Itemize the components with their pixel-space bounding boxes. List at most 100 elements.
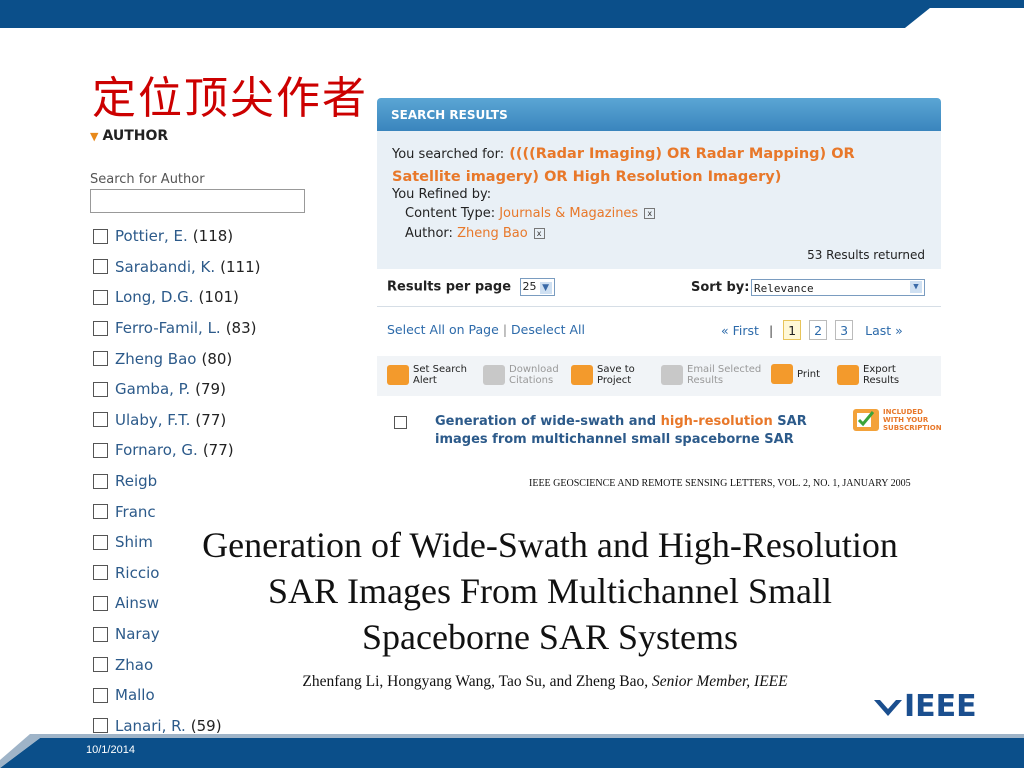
badge-line: INCLUDED xyxy=(883,408,923,416)
alert-icon xyxy=(387,365,409,385)
paper-title-line: Spaceborne SAR Systems xyxy=(362,617,738,657)
author-checkbox[interactable] xyxy=(93,351,108,367)
author-checkbox[interactable] xyxy=(93,565,108,581)
author-name[interactable]: Ferro-Famil, L. xyxy=(115,319,221,337)
subscription-badge: INCLUDED WITH YOUR SUBSCRIPTION xyxy=(853,408,941,432)
author-name[interactable]: Riccio xyxy=(115,564,159,582)
chevron-down-icon: ▼ xyxy=(539,282,552,294)
author-checkbox[interactable] xyxy=(93,687,108,703)
author-name[interactable]: Fornaro, G. xyxy=(115,441,198,459)
author-name[interactable]: Reigb xyxy=(115,472,157,490)
author-facet-item[interactable]: Zheng Bao (80) xyxy=(93,343,260,374)
refinement-content-type: Content Type: Journals & Magazines x xyxy=(405,206,656,221)
search-results-panel: SEARCH RESULTS You searched for: ((((Rad… xyxy=(377,98,941,460)
set-search-alert-button[interactable]: Set Search Alert xyxy=(387,364,467,386)
ieee-logo: IEEE xyxy=(874,689,977,720)
author-checkbox[interactable] xyxy=(93,320,108,336)
author-name[interactable]: Gamba, P. xyxy=(115,380,190,398)
journal-header: IEEE GEOSCIENCE AND REMOTE SENSING LETTE… xyxy=(529,478,911,489)
author-name[interactable]: Long, D.G. xyxy=(115,288,194,306)
sort-select[interactable]: Relevance ▼ xyxy=(751,279,925,296)
paper-title-line: SAR Images From Multichannel Small xyxy=(268,571,832,611)
email-icon xyxy=(661,365,683,385)
author-facet-heading[interactable]: ▼ AUTHOR xyxy=(90,128,168,144)
bottom-banner xyxy=(0,734,1024,768)
search-author-label: Search for Author xyxy=(90,172,205,187)
remove-filter-icon[interactable]: x xyxy=(644,208,656,219)
email-selected-button[interactable]: Email Selected Results xyxy=(661,364,761,386)
first-page-link[interactable]: « First xyxy=(721,323,759,338)
author-checkbox[interactable] xyxy=(93,442,108,458)
author-facet-item[interactable]: Ferro-Famil, L. (83) xyxy=(93,313,260,344)
author-facet-item[interactable]: Fornaro, G. (77) xyxy=(93,435,260,466)
download-icon xyxy=(483,365,505,385)
author-count: (80) xyxy=(201,349,233,368)
page-link[interactable]: 1 xyxy=(783,320,802,340)
deselect-all-link[interactable]: Deselect All xyxy=(511,322,585,337)
author-checkbox[interactable] xyxy=(93,595,108,611)
select-all-link[interactable]: Select All on Page xyxy=(387,322,499,337)
save-to-project-button[interactable]: Save to Project xyxy=(571,364,635,386)
author-checkbox[interactable] xyxy=(93,381,108,397)
author-checkbox[interactable] xyxy=(93,412,108,428)
author-name[interactable]: Shim xyxy=(115,533,153,551)
author-name[interactable]: Sarabandi, K. xyxy=(115,258,215,276)
remove-filter-icon[interactable]: x xyxy=(533,228,545,239)
author-count: (77) xyxy=(202,441,234,460)
sort-by: Sort by: Relevance ▼ xyxy=(691,279,925,296)
author-name[interactable]: Ulaby, F.T. xyxy=(115,411,190,429)
author-name[interactable]: Zheng Bao xyxy=(115,350,196,368)
searched-for-label: You searched for: xyxy=(392,147,505,162)
search-query: You searched for: ((((Radar Imaging) OR … xyxy=(392,143,912,188)
page-link[interactable]: 3 xyxy=(835,320,854,340)
author-name[interactable]: Naray xyxy=(115,625,160,643)
refinement-author: Author: Zheng Bao x xyxy=(405,226,545,241)
author-checkbox[interactable] xyxy=(93,534,108,550)
author-checkbox[interactable] xyxy=(93,657,108,673)
svg-text:IEEE: IEEE xyxy=(904,689,977,720)
author-facet-item[interactable]: Reigb xyxy=(93,466,260,497)
download-citations-button[interactable]: Download Citations xyxy=(483,364,559,386)
author-facet-item[interactable]: Pottier, E. (118) xyxy=(93,221,260,252)
author-list: Pottier, E. (118) Sarabandi, K. (111) Long, … xyxy=(93,221,260,741)
chevron-down-icon: ▼ xyxy=(910,281,922,293)
author-checkbox[interactable] xyxy=(93,473,108,489)
author-facet-item[interactable]: Gamba, P. (79) xyxy=(93,374,260,405)
per-page-select[interactable]: 25 ▼ xyxy=(519,278,555,296)
author-checkbox[interactable] xyxy=(93,259,108,275)
results-count: 53 Results returned xyxy=(807,248,925,262)
divider xyxy=(377,306,941,307)
author-facet-item[interactable]: Ulaby, F.T. (77) xyxy=(93,405,260,436)
badge-line: WITH YOUR xyxy=(883,416,929,424)
page-link[interactable]: 2 xyxy=(809,320,828,340)
author-checkbox[interactable] xyxy=(93,626,108,642)
author-name[interactable]: Zhao xyxy=(115,656,153,674)
top-banner xyxy=(0,0,1024,28)
author-name[interactable]: Mallo xyxy=(115,686,155,704)
selection-links: Select All on Page | Deselect All xyxy=(387,322,585,337)
author-name[interactable]: Franc xyxy=(115,503,156,521)
last-page-link[interactable]: Last » xyxy=(865,323,903,338)
print-icon xyxy=(771,364,793,384)
export-results-button[interactable]: Export Results xyxy=(837,364,899,386)
author-checkbox[interactable] xyxy=(93,228,108,244)
result-checkbox[interactable] xyxy=(394,416,407,429)
author-facet-item[interactable]: Long, D.G. (101) xyxy=(93,282,260,313)
search-author-input[interactable] xyxy=(90,189,305,213)
author-name[interactable]: Ainsw xyxy=(115,594,159,612)
author-facet-item[interactable]: Sarabandi, K. (111) xyxy=(93,252,260,283)
author-count: (77) xyxy=(195,410,227,429)
badge-line: SUBSCRIPTION xyxy=(883,424,941,432)
result-title-link[interactable]: Generation of wide-swath and high-resolu… xyxy=(435,413,835,449)
author-checkbox[interactable] xyxy=(93,289,108,305)
slide-date: 10/1/2014 xyxy=(86,744,135,756)
checkmark-icon xyxy=(853,409,879,431)
caret-down-icon: ▼ xyxy=(90,130,99,143)
print-button[interactable]: Print xyxy=(771,364,820,384)
folder-icon xyxy=(571,365,593,385)
author-checkbox[interactable] xyxy=(93,504,108,520)
export-icon xyxy=(837,365,859,385)
author-count: (111) xyxy=(220,257,261,276)
author-name[interactable]: Pottier, E. xyxy=(115,227,188,245)
paper-title-line: Generation of Wide-Swath and High-Resolu… xyxy=(202,525,898,565)
